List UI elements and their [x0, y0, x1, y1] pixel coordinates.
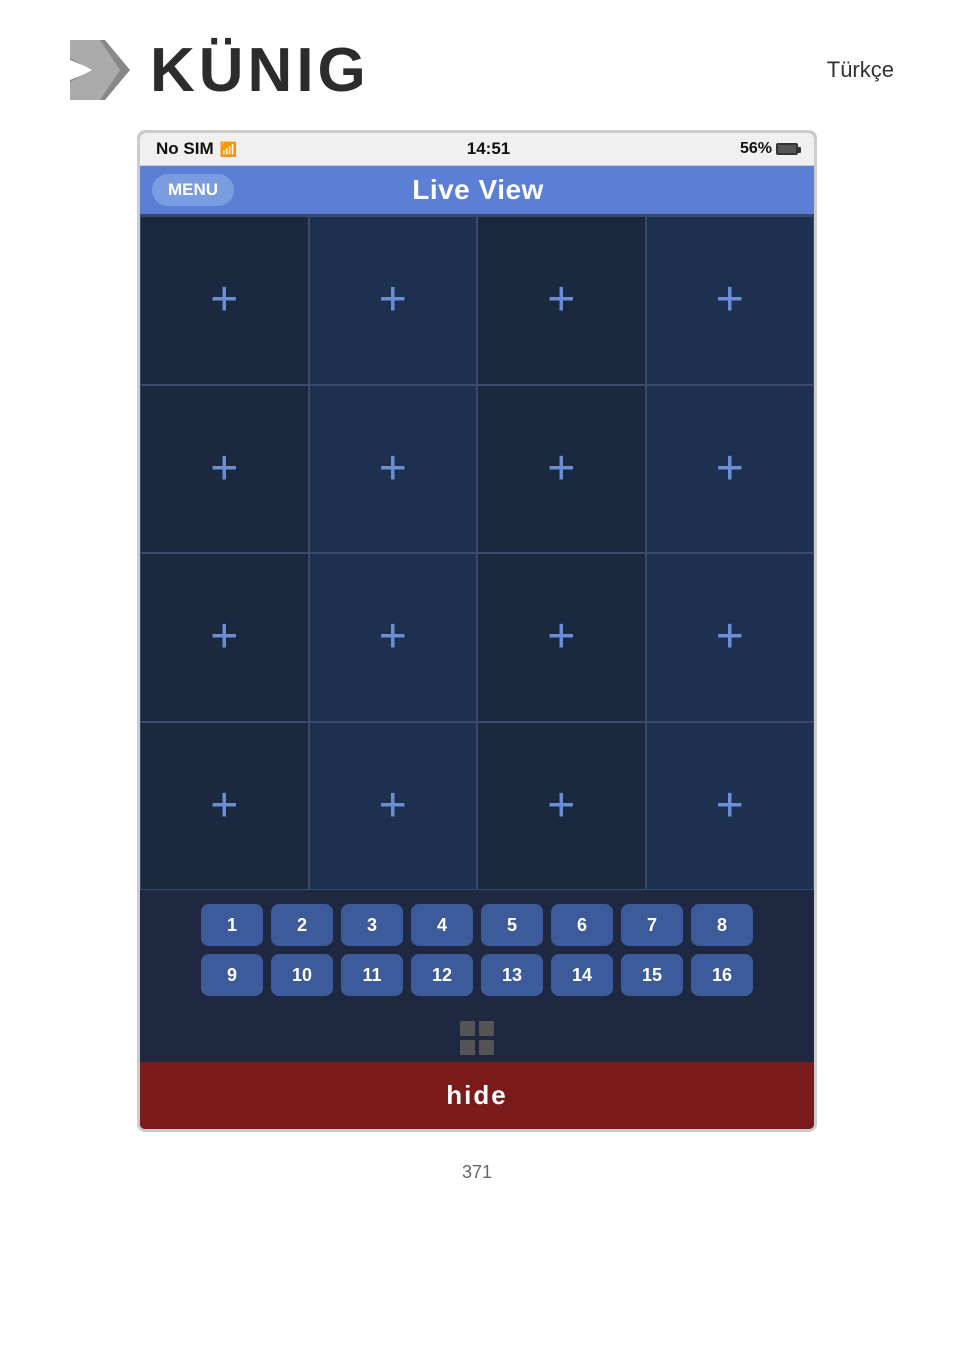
- language-label[interactable]: Türkçe: [827, 57, 894, 83]
- menu-button[interactable]: MENU: [152, 174, 234, 206]
- camera-cell-3[interactable]: +: [477, 216, 646, 385]
- add-camera-icon-9: +: [210, 613, 238, 661]
- camera-cell-12[interactable]: +: [646, 553, 815, 722]
- add-camera-icon-13: +: [210, 782, 238, 830]
- channel-button-3[interactable]: 3: [341, 904, 403, 946]
- layout-selector: [140, 1012, 814, 1062]
- add-camera-icon-14: +: [379, 782, 407, 830]
- camera-cell-1[interactable]: +: [140, 216, 309, 385]
- camera-cell-10[interactable]: +: [309, 553, 478, 722]
- nav-bar: MENU Live View: [140, 166, 814, 214]
- camera-cell-16[interactable]: +: [646, 722, 815, 891]
- camera-cell-5[interactable]: +: [140, 385, 309, 554]
- add-camera-icon-12: +: [716, 613, 744, 661]
- camera-cell-13[interactable]: +: [140, 722, 309, 891]
- battery-icon: [776, 143, 798, 155]
- channel-row-2: 9 10 11 12 13 14 15 16: [150, 954, 804, 996]
- status-bar: No SIM 📶 14:51 56%: [140, 133, 814, 166]
- channel-button-15[interactable]: 15: [621, 954, 683, 996]
- hide-button[interactable]: hide: [140, 1062, 814, 1129]
- layout-grid-icon[interactable]: [459, 1020, 495, 1056]
- phone-mockup: No SIM 📶 14:51 56% MENU Live View + + + …: [137, 130, 817, 1132]
- channel-button-13[interactable]: 13: [481, 954, 543, 996]
- wifi-icon: 📶: [220, 141, 237, 158]
- logo-area: KÜNIG: [60, 30, 370, 110]
- channel-area: 1 2 3 4 5 6 7 8 9 10 11 12 13 14 15 16: [140, 890, 814, 1012]
- add-camera-icon-1: +: [210, 276, 238, 324]
- status-right: 56%: [740, 140, 798, 158]
- add-camera-icon-16: +: [716, 782, 744, 830]
- camera-cell-15[interactable]: +: [477, 722, 646, 891]
- channel-button-9[interactable]: 9: [201, 954, 263, 996]
- channel-button-4[interactable]: 4: [411, 904, 473, 946]
- camera-cell-9[interactable]: +: [140, 553, 309, 722]
- add-camera-icon-8: +: [716, 445, 744, 493]
- add-camera-icon-2: +: [379, 276, 407, 324]
- status-left: No SIM 📶: [156, 139, 237, 159]
- channel-row-1: 1 2 3 4 5 6 7 8: [150, 904, 804, 946]
- add-camera-icon-4: +: [716, 276, 744, 324]
- camera-cell-2[interactable]: +: [309, 216, 478, 385]
- channel-button-12[interactable]: 12: [411, 954, 473, 996]
- channel-button-14[interactable]: 14: [551, 954, 613, 996]
- page-number: 371: [462, 1162, 492, 1183]
- channel-button-16[interactable]: 16: [691, 954, 753, 996]
- status-time: 14:51: [467, 139, 510, 159]
- camera-cell-11[interactable]: +: [477, 553, 646, 722]
- channel-button-2[interactable]: 2: [271, 904, 333, 946]
- channel-button-6[interactable]: 6: [551, 904, 613, 946]
- add-camera-icon-5: +: [210, 445, 238, 493]
- channel-button-5[interactable]: 5: [481, 904, 543, 946]
- channel-button-1[interactable]: 1: [201, 904, 263, 946]
- add-camera-icon-11: +: [547, 613, 575, 661]
- logo-text: KÜNIG: [150, 35, 370, 106]
- camera-grid: + + + + + + + + + + +: [140, 214, 814, 890]
- battery-label: 56%: [740, 140, 772, 158]
- camera-cell-8[interactable]: +: [646, 385, 815, 554]
- konig-logo-icon: [60, 30, 140, 110]
- add-camera-icon-3: +: [547, 276, 575, 324]
- carrier-label: No SIM: [156, 139, 214, 159]
- add-camera-icon-10: +: [379, 613, 407, 661]
- channel-button-10[interactable]: 10: [271, 954, 333, 996]
- channel-button-8[interactable]: 8: [691, 904, 753, 946]
- page-title: Live View: [234, 174, 722, 206]
- camera-cell-7[interactable]: +: [477, 385, 646, 554]
- logo-bar: KÜNIG Türkçe: [0, 0, 954, 130]
- channel-button-7[interactable]: 7: [621, 904, 683, 946]
- add-camera-icon-7: +: [547, 445, 575, 493]
- add-camera-icon-15: +: [547, 782, 575, 830]
- add-camera-icon-6: +: [379, 445, 407, 493]
- camera-cell-4[interactable]: +: [646, 216, 815, 385]
- channel-button-11[interactable]: 11: [341, 954, 403, 996]
- camera-cell-6[interactable]: +: [309, 385, 478, 554]
- camera-cell-14[interactable]: +: [309, 722, 478, 891]
